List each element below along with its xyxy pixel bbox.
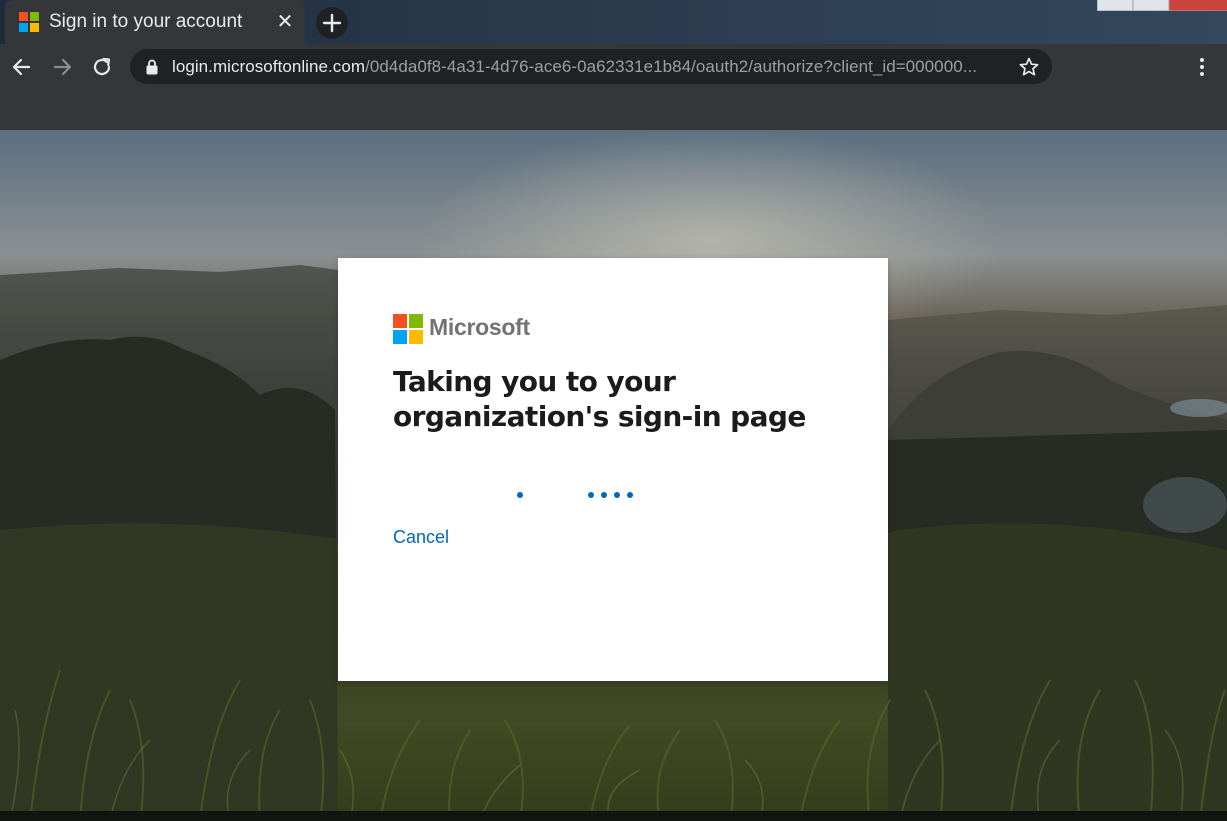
progress-dot bbox=[614, 492, 620, 498]
star-icon[interactable] bbox=[1018, 56, 1040, 78]
url-path: /0d4da0f8-4a31-4d76-ace6-0a62331e1b84/oa… bbox=[365, 57, 978, 76]
window-controls bbox=[1097, 0, 1227, 12]
arrow-left-icon bbox=[12, 58, 31, 76]
plus-icon bbox=[322, 13, 342, 33]
microsoft-logo-icon bbox=[19, 12, 39, 32]
progress-dot bbox=[517, 492, 523, 498]
three-dots-vertical-icon[interactable] bbox=[1190, 55, 1214, 79]
microsoft-logo-icon bbox=[393, 314, 423, 344]
page-viewport: Microsoft Taking you to your organizatio… bbox=[0, 130, 1227, 821]
maximize-button[interactable] bbox=[1133, 0, 1169, 11]
progress-dot bbox=[588, 492, 594, 498]
url-text[interactable]: login.microsoftonline.com/0d4da0f8-4a31-… bbox=[172, 57, 977, 77]
url-host: login.microsoftonline.com bbox=[172, 57, 366, 76]
cancel-link[interactable]: Cancel bbox=[393, 527, 449, 548]
progress-dot bbox=[601, 492, 607, 498]
progress-dot bbox=[627, 492, 633, 498]
reload-icon bbox=[93, 57, 111, 76]
address-bar[interactable]: login.microsoftonline.com/0d4da0f8-4a31-… bbox=[130, 49, 1052, 84]
browser-toolbar: login.microsoftonline.com/0d4da0f8-4a31-… bbox=[0, 44, 1227, 130]
minimize-button[interactable] bbox=[1097, 0, 1133, 11]
browser-tab[interactable]: Sign in to your account ✕ bbox=[5, 0, 305, 44]
tab-title: Sign in to your account bbox=[49, 11, 243, 32]
close-window-button[interactable] bbox=[1169, 0, 1227, 11]
arrow-right-icon bbox=[53, 58, 72, 76]
back-button[interactable] bbox=[9, 54, 35, 80]
lock-icon[interactable] bbox=[144, 58, 160, 76]
forward-button[interactable] bbox=[49, 54, 75, 80]
progress-dots bbox=[393, 492, 833, 500]
browser-window: Sign in to your account ✕ login.microsof… bbox=[0, 0, 1227, 821]
tab-close-button[interactable]: ✕ bbox=[273, 10, 297, 34]
new-tab-button[interactable] bbox=[316, 7, 348, 39]
bottom-edge bbox=[0, 811, 1227, 821]
tab-strip: Sign in to your account ✕ bbox=[0, 0, 1227, 44]
microsoft-wordmark: Microsoft bbox=[429, 314, 530, 340]
reload-button[interactable] bbox=[89, 54, 115, 80]
signin-card: Microsoft Taking you to your organizatio… bbox=[338, 258, 888, 681]
page-title: Taking you to your organization's sign-i… bbox=[393, 365, 806, 433]
